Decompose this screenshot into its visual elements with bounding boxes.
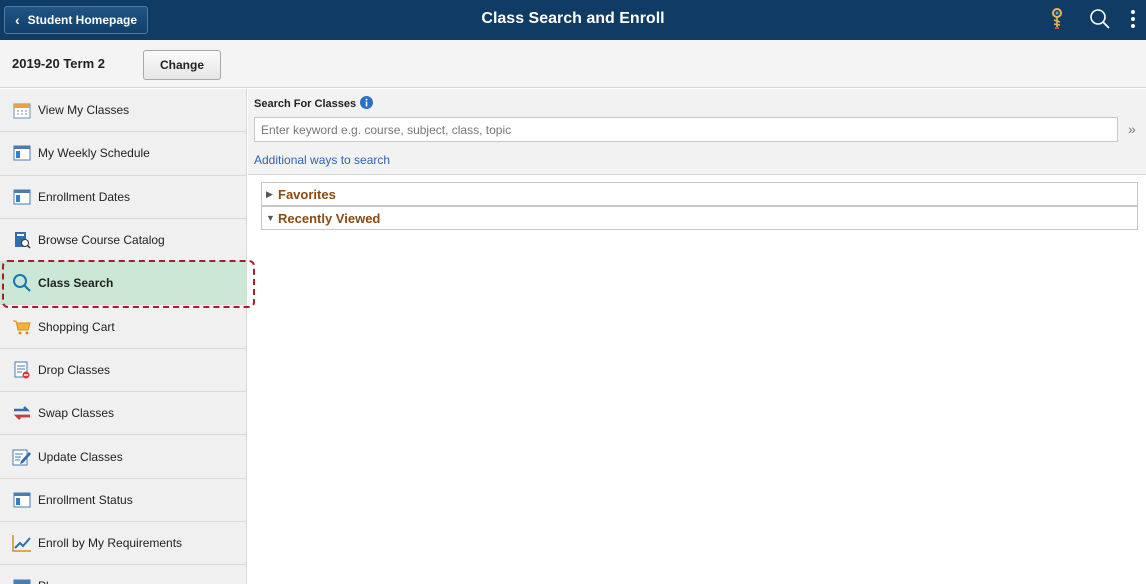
sidebar-item-class-search[interactable]: Class Search	[0, 262, 246, 306]
sidebar-item-enrollment-dates[interactable]: Enrollment Dates	[0, 176, 246, 219]
page-header: ‹ Student Homepage Class Search and Enro…	[0, 0, 1146, 40]
search-panel: Search For Classes » Additional ways to …	[248, 89, 1146, 175]
planner-icon	[12, 576, 32, 584]
search-go-icon[interactable]: »	[1128, 121, 1136, 137]
recently-viewed-section[interactable]: ▼ Recently Viewed	[261, 206, 1138, 230]
actions-menu-icon[interactable]	[1125, 6, 1141, 32]
search-title: Search For Classes	[254, 96, 374, 112]
main-content: Search For Classes » Additional ways to …	[248, 89, 1146, 584]
drop-icon	[12, 360, 32, 380]
sidebar-item-my-weekly-schedule[interactable]: My Weekly Schedule	[0, 132, 246, 176]
sidebar-item-planner[interactable]: Pl	[0, 565, 246, 584]
favorites-label: Favorites	[278, 186, 336, 202]
navbar-icon[interactable]	[1044, 6, 1070, 32]
sidebar-item-label: Class Search	[38, 276, 114, 291]
change-term-button[interactable]: Change	[143, 50, 221, 80]
sidebar-item-label: Enrollment Status	[38, 492, 133, 507]
search-title-text: Search For Classes	[254, 98, 357, 110]
cart-icon	[12, 317, 32, 337]
sidebar-item-label: My Weekly Schedule	[38, 146, 150, 161]
header-search-icon[interactable]	[1087, 6, 1113, 32]
schedule-icon	[12, 490, 32, 510]
catalog-icon	[12, 230, 32, 250]
sidebar-item-label: Enrollment Dates	[38, 189, 131, 204]
swap-icon	[12, 403, 32, 423]
sidebar-item-label: Swap Classes	[38, 406, 115, 421]
sidebar-nav: View My Classes My Weekly Schedule Enrol…	[0, 89, 247, 584]
sidebar-item-enrollment-status[interactable]: Enrollment Status	[0, 479, 246, 522]
edit-icon	[12, 447, 32, 467]
triangle-right-icon: ▶	[266, 188, 273, 199]
search-icon	[12, 273, 32, 293]
info-icon[interactable]	[360, 96, 374, 112]
back-button-label: Student Homepage	[27, 13, 138, 27]
additional-ways-to-search-link[interactable]: Additional ways to search	[254, 153, 390, 167]
triangle-down-icon: ▼	[266, 213, 275, 223]
sidebar-item-shopping-cart[interactable]: Shopping Cart	[0, 305, 246, 349]
student-homepage-button[interactable]: ‹ Student Homepage	[4, 6, 149, 34]
page-title: Class Search and Enroll	[481, 10, 665, 27]
sidebar-item-label: Drop Classes	[38, 362, 111, 377]
sidebar-item-browse-course-catalog[interactable]: Browse Course Catalog	[0, 219, 246, 263]
favorites-section[interactable]: ▶ Favorites	[261, 182, 1138, 206]
sidebar-item-update-classes[interactable]: Update Classes	[0, 435, 246, 479]
sidebar-item-view-my-classes[interactable]: View My Classes	[0, 89, 246, 133]
term-label: 2019-20 Term 2	[12, 56, 105, 71]
sidebar-item-label: View My Classes	[38, 103, 130, 118]
sidebar-item-label: Pl	[38, 579, 49, 584]
keyword-search-input[interactable]	[254, 117, 1118, 142]
schedule-icon	[12, 187, 32, 207]
schedule-icon	[12, 143, 32, 163]
sidebar-item-label: Enroll by My Requirements	[38, 536, 183, 551]
sidebar-item-label: Browse Course Catalog	[38, 233, 165, 248]
chevron-left-icon: ‹	[15, 12, 20, 28]
sidebar-item-drop-classes[interactable]: Drop Classes	[0, 349, 246, 393]
sidebar-item-label: Update Classes	[38, 449, 123, 464]
sidebar-item-enroll-by-my-requirements[interactable]: Enroll by My Requirements	[0, 522, 246, 566]
sidebar-item-label: Shopping Cart	[38, 319, 115, 334]
sidebar-item-swap-classes[interactable]: Swap Classes	[0, 392, 246, 436]
chart-icon	[12, 533, 32, 553]
calendar-icon	[12, 100, 32, 120]
recently-viewed-label: Recently Viewed	[278, 210, 381, 226]
